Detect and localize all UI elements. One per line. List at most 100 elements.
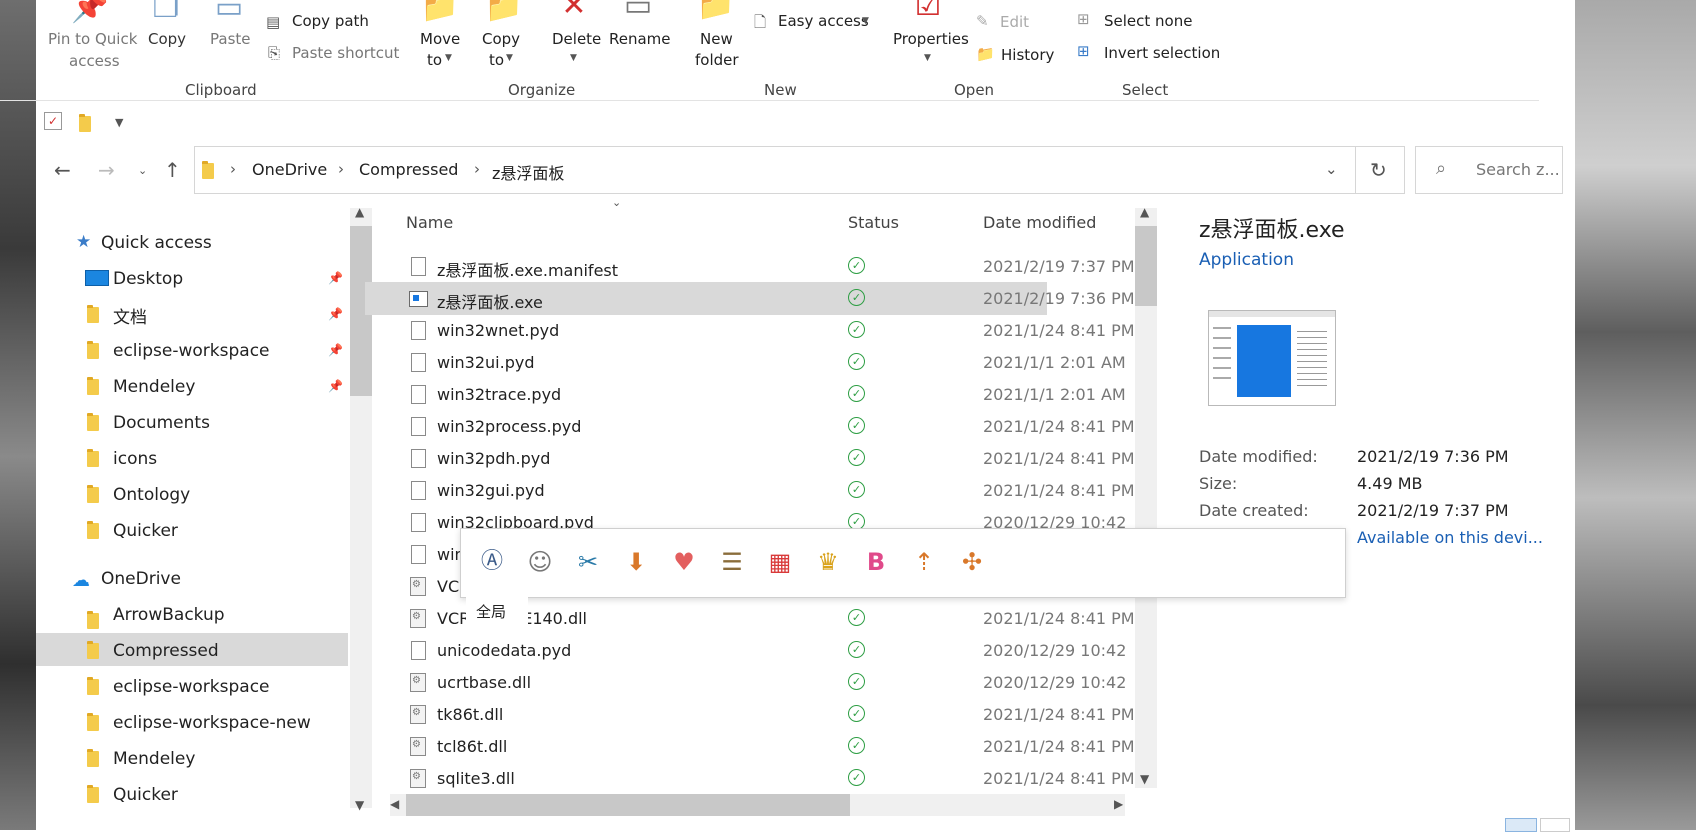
copy-path-icon: ▤ [266, 13, 281, 31]
file-name[interactable]: win32process.pyd [437, 417, 581, 436]
new-folder-quick-icon[interactable] [79, 114, 91, 132]
paste-shortcut-button[interactable]: Paste shortcut [292, 44, 399, 62]
back-icon[interactable]: ← [54, 158, 71, 182]
forward-icon[interactable]: → [98, 158, 115, 182]
network-icon[interactable]: ✣ [955, 545, 989, 579]
nav-ontology[interactable]: Ontology [113, 485, 190, 505]
pin-icon[interactable]: 📌 [328, 343, 343, 357]
chevron-right-icon[interactable]: › [474, 160, 480, 178]
column-header-status[interactable]: Status [848, 213, 899, 232]
address-dropdown-icon[interactable]: ⌄ [1325, 160, 1338, 178]
properties-button[interactable]: Properties [893, 30, 969, 48]
rename-button[interactable]: Rename [609, 30, 671, 48]
nav-compressed[interactable]: Compressed [113, 641, 219, 661]
scroll-right-icon[interactable]: ▶ [1114, 797, 1123, 811]
breadcrumb-compressed[interactable]: Compressed [359, 160, 458, 179]
panel-scope-label[interactable]: 全局 [476, 601, 506, 622]
chevron-right-icon[interactable]: › [338, 160, 344, 178]
scroll-up-icon[interactable]: ▲ [1140, 205, 1149, 219]
new-folder-button-line2[interactable]: folder [695, 51, 739, 69]
nav-mendeley[interactable]: Mendeley [113, 377, 195, 397]
copy-button[interactable]: Copy [148, 30, 186, 48]
scroll-down-icon[interactable]: ▼ [355, 798, 364, 812]
history-button[interactable]: History [1001, 46, 1054, 64]
nav-eclipse-workspace-new[interactable]: eclipse-workspace-new [113, 713, 311, 733]
nav-onedrive[interactable]: OneDrive [101, 569, 181, 589]
nav-quicker[interactable]: Quicker [113, 521, 178, 541]
breadcrumb-onedrive[interactable]: OneDrive [252, 160, 327, 179]
move-to-button-line2[interactable]: to [427, 51, 442, 69]
file-icon [411, 385, 426, 404]
column-header-name[interactable]: Name [406, 213, 453, 232]
delete-button[interactable]: Delete [552, 30, 601, 48]
folder-icon [87, 785, 99, 803]
up-icon[interactable]: ↑ [164, 158, 181, 182]
file-name[interactable]: z悬浮面板.exe [437, 289, 543, 313]
file-name[interactable]: ucrtbase.dll [437, 673, 531, 692]
recent-chevron-down-icon[interactable]: ⌄ [138, 164, 147, 177]
pin-icon[interactable]: 📌 [328, 271, 343, 285]
pin-icon[interactable]: 📌 [328, 307, 343, 321]
column-header-date[interactable]: Date modified [983, 213, 1096, 232]
file-name[interactable]: win32gui.pyd [437, 481, 545, 500]
nav-mendeley-2[interactable]: Mendeley [113, 749, 195, 769]
search-input[interactable]: Search z... [1476, 160, 1560, 179]
text-recognition-icon[interactable]: Ⓐ [475, 545, 509, 579]
copy-path-button[interactable]: Copy path [292, 12, 369, 30]
chevron-down-icon: ▼ [506, 53, 513, 63]
breadcrumb-current[interactable]: z悬浮面板 [492, 160, 564, 184]
nav-quick-access[interactable]: Quick access [101, 233, 212, 253]
nav-desktop[interactable]: Desktop [113, 269, 183, 289]
file-name[interactable]: sqlite3.dll [437, 769, 515, 788]
pin-label-line1[interactable]: Pin to Quick [48, 30, 137, 48]
pin-label-line2[interactable]: access [69, 52, 120, 70]
nav-arrowbackup[interactable]: ArrowBackup [113, 605, 225, 625]
new-folder-button[interactable]: New [700, 30, 733, 48]
move-to-button[interactable]: Move [420, 30, 460, 48]
desktop-icon [85, 270, 109, 286]
pin-icon[interactable]: 📌 [328, 379, 343, 393]
file-name[interactable]: tcl86t.dll [437, 737, 507, 756]
color-grid-icon[interactable]: ▦ [763, 545, 797, 579]
nav-documents[interactable]: Documents [113, 413, 210, 433]
idea-head-icon[interactable]: ☺ [523, 545, 557, 579]
customize-toolbar-icon[interactable]: ▼ [115, 116, 123, 129]
file-list-hscrollbar-thumb[interactable] [406, 794, 850, 816]
file-name[interactable]: win32trace.pyd [437, 385, 561, 404]
file-name[interactable]: z悬浮面板.exe.manifest [437, 257, 618, 281]
paste-button[interactable]: Paste [210, 30, 251, 48]
heart-folder-icon[interactable]: ♥ [667, 545, 701, 579]
chevron-right-icon[interactable]: › [230, 160, 236, 178]
copy-to-button[interactable]: Copy [482, 30, 520, 48]
file-list-scrollbar-thumb[interactable] [1135, 226, 1157, 306]
scroll-down-icon[interactable]: ▼ [1140, 772, 1149, 786]
file-explorer-window [36, 0, 1575, 830]
package-download-icon[interactable]: ⬇ [619, 545, 653, 579]
scissors-icon[interactable]: ✂ [571, 545, 605, 579]
file-date: 2020/12/29 10:42 [983, 641, 1127, 660]
invert-selection-button[interactable]: Invert selection [1104, 44, 1220, 62]
select-none-button[interactable]: Select none [1104, 12, 1192, 30]
easy-access-button[interactable]: Easy access [778, 12, 869, 30]
nav-eclipse-workspace-2[interactable]: eclipse-workspace [113, 677, 270, 697]
scroll-up-icon[interactable]: ▲ [355, 205, 364, 219]
nav-docs-cn[interactable]: 文档 [113, 303, 147, 328]
file-name[interactable]: win32wnet.pyd [437, 321, 559, 340]
properties-check-icon[interactable]: ✓ [44, 112, 62, 130]
copy-to-button-line2[interactable]: to [489, 51, 504, 69]
file-name[interactable]: VC [437, 577, 459, 596]
trophy-icon[interactable]: ♛ [811, 545, 845, 579]
file-name[interactable]: win32ui.pyd [437, 353, 534, 372]
scroll-left-icon[interactable]: ◀ [390, 797, 399, 811]
file-name[interactable]: tk86t.dll [437, 705, 503, 724]
nav-icons[interactable]: icons [113, 449, 157, 469]
book-stack-icon[interactable]: ☰ [715, 545, 749, 579]
clipboard-group-label: Clipboard [185, 81, 257, 99]
file-name[interactable]: unicodedata.pyd [437, 641, 571, 660]
file-name[interactable]: win32pdh.pyd [437, 449, 550, 468]
edit-button[interactable]: Edit [1000, 13, 1029, 31]
nav-quicker-2[interactable]: Quicker [113, 785, 178, 805]
b-logo-icon[interactable]: B [859, 545, 893, 579]
nav-eclipse-workspace[interactable]: eclipse-workspace [113, 341, 270, 361]
branch-up-icon[interactable]: ⇡ [907, 545, 941, 579]
